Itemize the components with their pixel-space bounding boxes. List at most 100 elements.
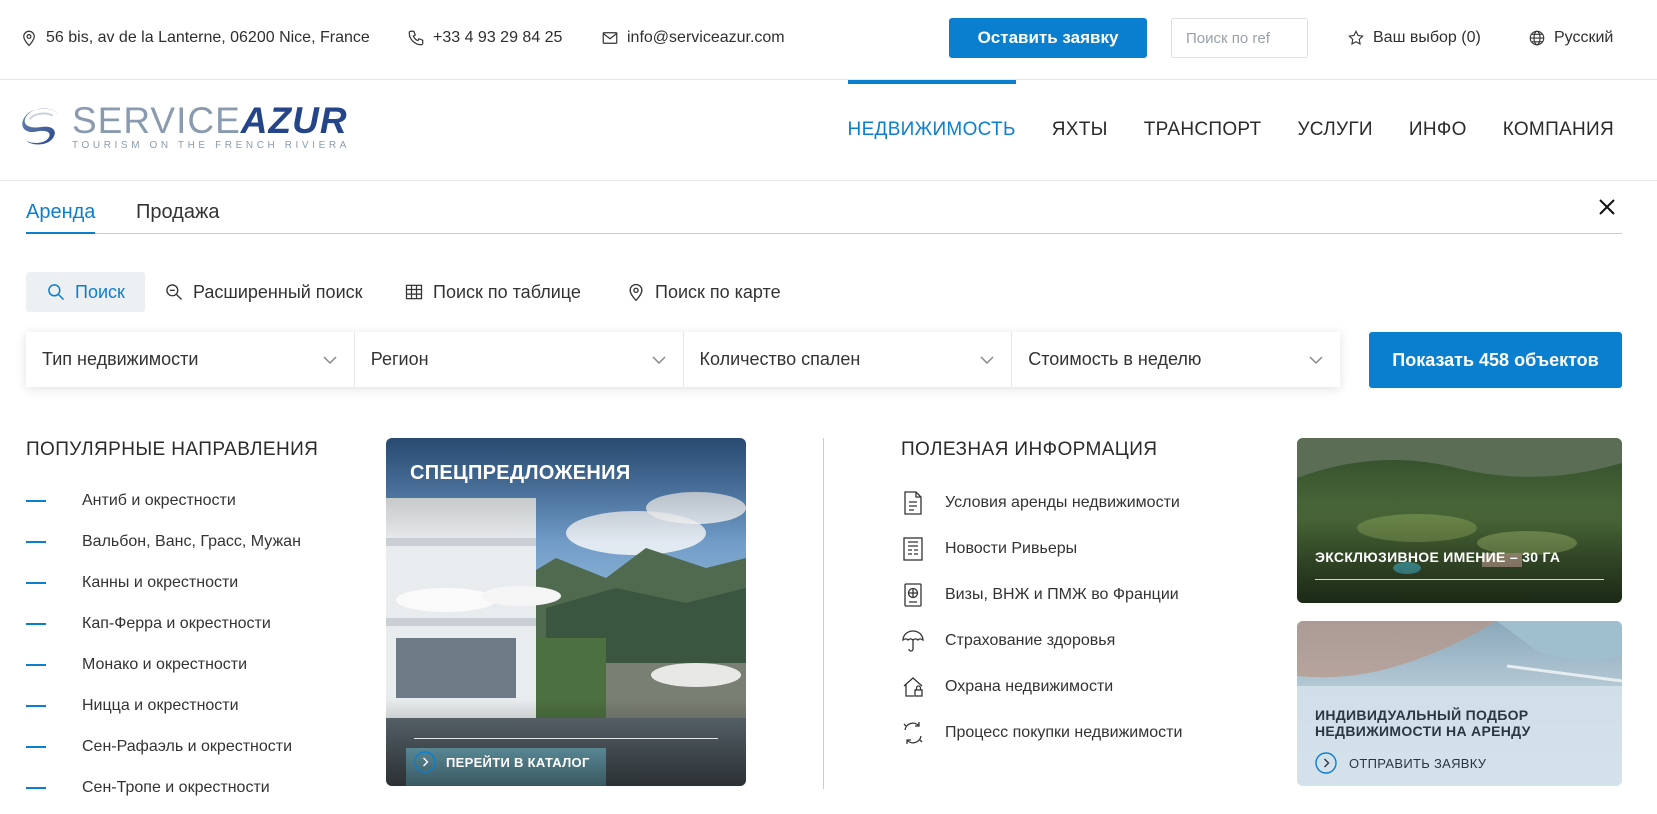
request-button[interactable]: Оставить заявку: [949, 18, 1147, 58]
phone-link[interactable]: +33 4 93 29 84 25: [407, 26, 562, 50]
catalog-link[interactable]: ПЕРЕЙТИ В КАТАЛОГ: [414, 751, 590, 773]
nav-item-info[interactable]: ИНФО: [1409, 80, 1467, 180]
star-icon: [1348, 29, 1364, 45]
ref-search-input[interactable]: [1171, 18, 1308, 58]
filter-bedrooms[interactable]: Количество спален: [684, 332, 1013, 387]
close-button[interactable]: [1596, 196, 1618, 218]
list-item[interactable]: Условия аренды недвижимости: [901, 480, 1182, 526]
top-bar: 56 bis, av de la Lanterne, 06200 Nice, F…: [0, 0, 1657, 80]
filter-price-week[interactable]: Стоимость в неделю: [1012, 332, 1340, 387]
location-pin-icon: [23, 30, 35, 47]
search-type-basic[interactable]: Поиск: [26, 272, 145, 312]
advanced-search-icon: [166, 284, 182, 300]
logo[interactable]: SERVICEAZUR TOURISM ON THE FRENCH RIVIER…: [20, 100, 347, 152]
send-request-link[interactable]: ОТПРАВИТЬ ЗАЯВКУ: [1315, 752, 1486, 774]
search-type-advanced-label: Расширенный поиск: [193, 281, 363, 302]
document-icon: [904, 491, 922, 515]
arrow-circle-icon: [414, 751, 436, 773]
favorites-text: Ваш выбор (0): [1373, 29, 1481, 46]
passport-icon: [904, 583, 922, 607]
mail-icon: [602, 32, 618, 44]
email-text: info@serviceazur.com: [627, 29, 785, 46]
list-item[interactable]: Антиб и окрестности: [26, 480, 301, 521]
address-text: 56 bis, av de la Lanterne, 06200 Nice, F…: [46, 29, 370, 46]
process-icon: [903, 722, 923, 744]
column-divider: [823, 438, 824, 789]
chevron-down-icon: [1309, 355, 1323, 364]
individual-selection-card[interactable]: ИНДИВИДУАЛЬНЫЙ ПОДБОР НЕДВИЖИМОСТИ НА АР…: [1297, 621, 1622, 786]
search-type-advanced[interactable]: Расширенный поиск: [164, 272, 363, 312]
mode-tabs: Аренда Продажа: [26, 195, 1622, 234]
individual-selection-title: ИНДИВИДУАЛЬНЫЙ ПОДБОР НЕДВИЖИМОСТИ НА АР…: [1315, 707, 1531, 739]
favorites-link[interactable]: Ваш выбор (0): [1347, 26, 1481, 50]
send-request-label: ОТПРАВИТЬ ЗАЯВКУ: [1349, 755, 1487, 771]
house-lock-icon: [903, 677, 923, 697]
filter-bar: Тип недвижимости Регион Количество спале…: [26, 332, 1340, 387]
list-item[interactable]: Страхование здоровья: [901, 618, 1182, 664]
catalog-link-label: ПЕРЕЙТИ В КАТАЛОГ: [446, 754, 590, 770]
list-item[interactable]: Сен-Рафаэль и окрестности: [26, 726, 301, 767]
arrow-circle-icon: [1315, 752, 1337, 774]
search-icon: [48, 284, 65, 301]
useful-info-title: ПОЛЕЗНАЯ ИНФОРМАЦИЯ: [901, 439, 1158, 460]
address: 56 bis, av de la Lanterne, 06200 Nice, F…: [20, 26, 370, 50]
logo-service: SERVICE: [72, 100, 241, 141]
show-results-button[interactable]: Показать 458 объектов: [1369, 332, 1622, 388]
special-offers-title: СПЕЦПРЕДЛОЖЕНИЯ: [410, 462, 631, 484]
list-item[interactable]: Охрана недвижимости: [901, 664, 1182, 710]
search-type-table[interactable]: Поиск по таблице: [404, 272, 581, 312]
logo-swirl-icon: [22, 108, 59, 145]
filter-property-type-label: Тип недвижимости: [42, 349, 199, 369]
map-pin-icon: [629, 283, 643, 302]
chevron-down-icon: [323, 355, 337, 364]
phone-icon: [408, 30, 424, 46]
list-item[interactable]: Вальбон, Ванс, Грасс, Мужан: [26, 521, 301, 562]
globe-icon: [1529, 30, 1545, 46]
search-type-table-label: Поиск по таблице: [433, 281, 581, 302]
list-item[interactable]: Визы, ВНЖ и ПМЖ во Франции: [901, 572, 1182, 618]
villa-terrace-photo: [386, 438, 746, 786]
search-type-map[interactable]: Поиск по карте: [626, 272, 781, 312]
umbrella-icon: [902, 630, 924, 652]
logo-azur: AZUR: [240, 100, 348, 141]
tab-rent[interactable]: Аренда: [26, 201, 96, 234]
main-header: SERVICEAZUR TOURISM ON THE FRENCH RIVIER…: [0, 80, 1657, 181]
exclusive-estate-title: ЭКСКЛЮЗИВНОЕ ИМЕНИЕ – 30 ГА: [1315, 549, 1561, 565]
list-item[interactable]: Ницца и окрестности: [26, 685, 301, 726]
filter-price-week-label: Стоимость в неделю: [1028, 349, 1202, 369]
news-icon: [903, 537, 923, 561]
nav-item-company[interactable]: КОМПАНИЯ: [1503, 80, 1614, 180]
popular-destinations-title: ПОПУЛЯРНЫЕ НАПРАВЛЕНИЯ: [26, 439, 319, 460]
nav-item-services[interactable]: УСЛУГИ: [1297, 80, 1372, 180]
list-item[interactable]: Канны и окрестности: [26, 562, 301, 603]
list-item[interactable]: Сен-Тропе и окрестности: [26, 767, 301, 808]
nav-item-transport[interactable]: ТРАНСПОРТ: [1144, 80, 1262, 180]
search-type-basic-label: Поиск: [75, 281, 125, 302]
nav-item-yachts[interactable]: ЯХТЫ: [1052, 80, 1108, 180]
language-selector[interactable]: Русский: [1528, 26, 1613, 50]
chevron-down-icon: [980, 355, 994, 364]
list-item[interactable]: Новости Ривьеры: [901, 526, 1182, 572]
filter-bedrooms-label: Количество спален: [699, 349, 861, 369]
useful-info-list: Условия аренды недвижимости Новости Ривь…: [901, 480, 1182, 756]
nav-item-real-estate[interactable]: НЕДВИЖИМОСТЬ: [847, 80, 1016, 180]
phone-text: +33 4 93 29 84 25: [433, 29, 563, 46]
destination-list: Антиб и окрестности Вальбон, Ванс, Грасс…: [26, 480, 301, 808]
filter-region[interactable]: Регион: [355, 332, 684, 387]
email-link[interactable]: info@serviceazur.com: [601, 26, 785, 50]
list-item[interactable]: Монако и окрестности: [26, 644, 301, 685]
main-nav: НЕДВИЖИМОСТЬ ЯХТЫ ТРАНСПОРТ УСЛУГИ ИНФО …: [847, 80, 1614, 180]
close-icon: [1599, 199, 1615, 215]
exclusive-estate-card[interactable]: ЭКСКЛЮЗИВНОЕ ИМЕНИЕ – 30 ГА: [1297, 438, 1622, 603]
special-offers-card[interactable]: СПЕЦПРЕДЛОЖЕНИЯ ПЕРЕЙТИ В КАТАЛОГ: [386, 438, 746, 786]
language-text: Русский: [1554, 29, 1614, 46]
filter-property-type[interactable]: Тип недвижимости: [26, 332, 355, 387]
list-item[interactable]: Кап-Ферра и окрестности: [26, 603, 301, 644]
list-item[interactable]: Процесс покупки недвижимости: [901, 710, 1182, 756]
tab-sale[interactable]: Продажа: [136, 201, 219, 232]
chevron-down-icon: [651, 355, 666, 364]
filter-region-label: Регион: [370, 349, 429, 369]
search-type-map-label: Поиск по карте: [655, 281, 781, 302]
table-grid-icon: [405, 284, 423, 300]
logo-tagline: TOURISM ON THE FRENCH RIVIERA: [72, 140, 350, 151]
